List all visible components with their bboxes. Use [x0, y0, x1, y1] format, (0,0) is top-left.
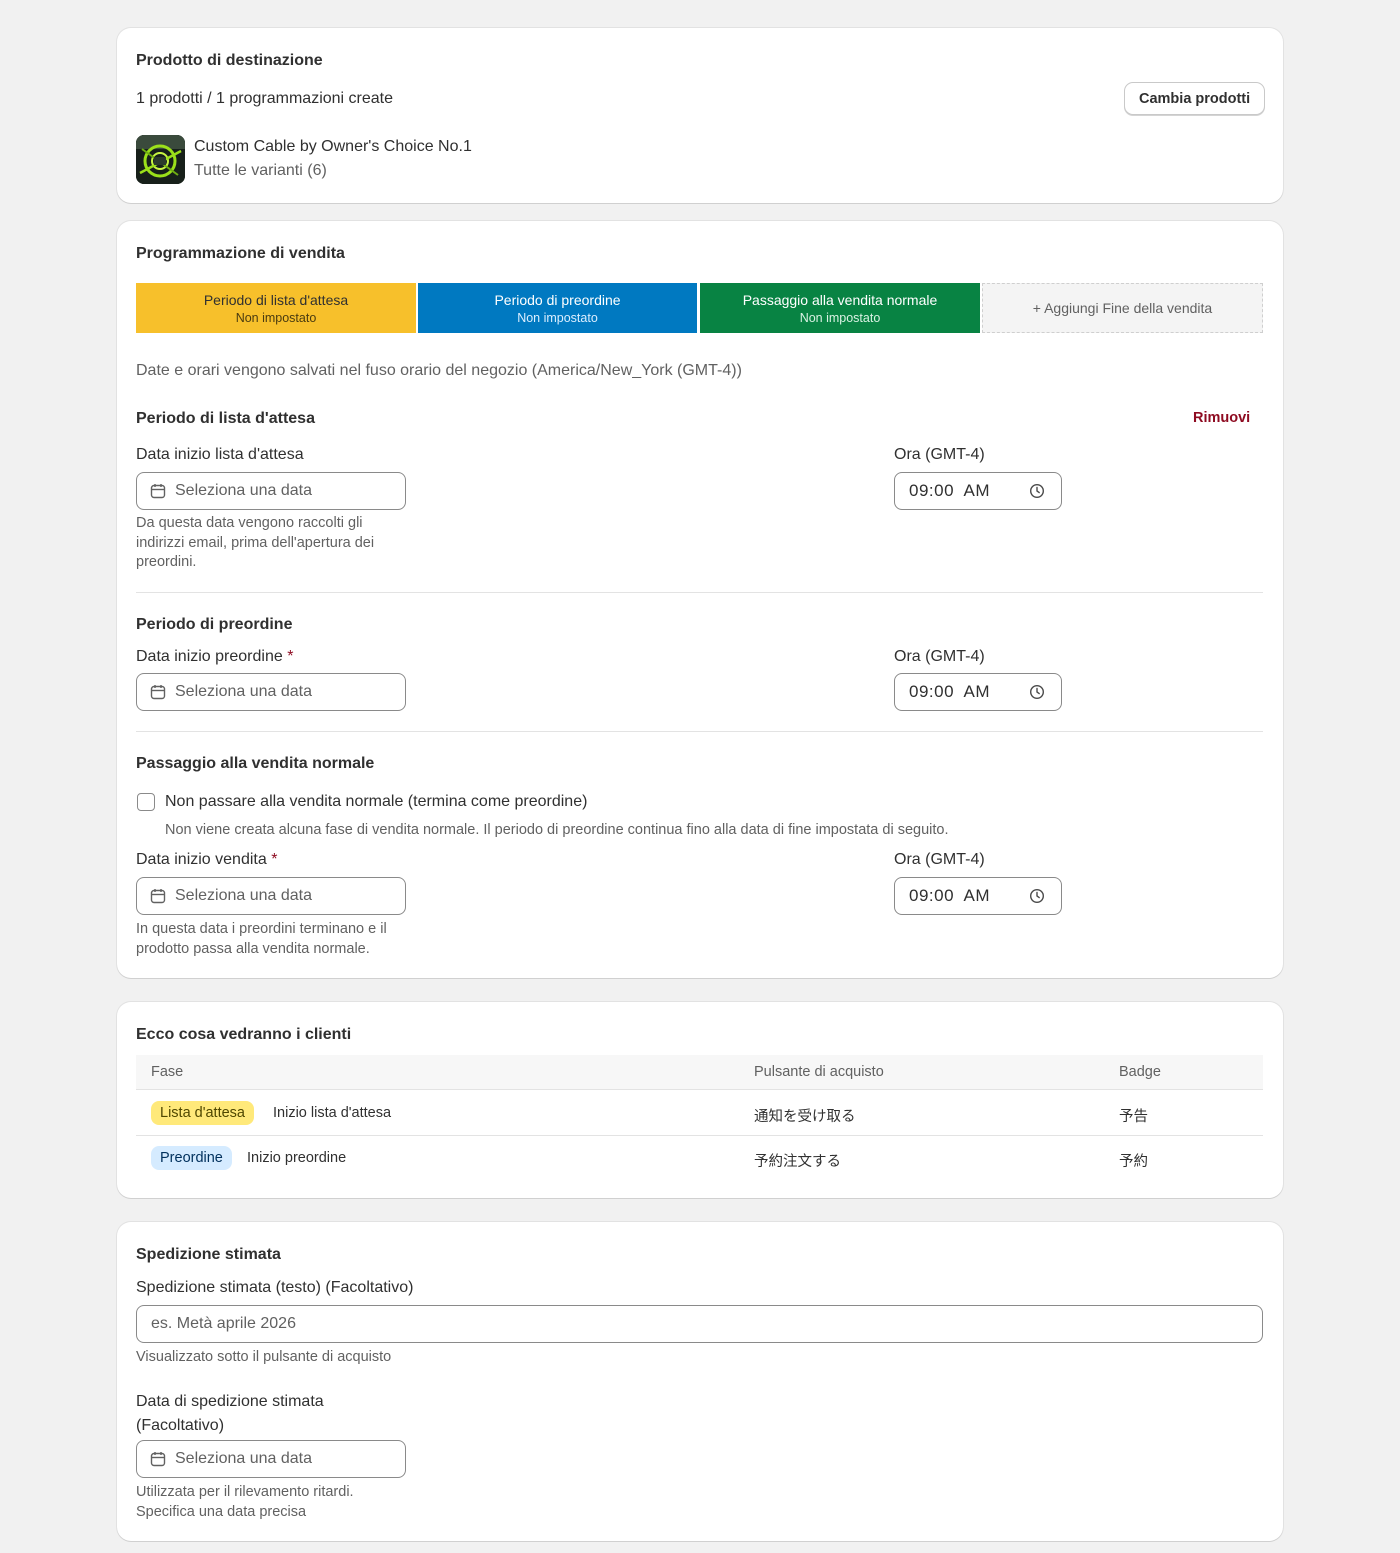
- phase-normal-sale-label: Passaggio alla vendita normale: [742, 291, 938, 308]
- add-sale-end-button[interactable]: + Aggiungi Fine della vendita: [982, 283, 1263, 333]
- preorder-date-label-text: Data inizio preordine: [136, 648, 283, 665]
- phase-waitlist[interactable]: Periodo di lista d'attesa Non impostato: [136, 283, 416, 333]
- sale-date-help: In questa data i preordini terminano e i…: [136, 921, 387, 957]
- phase-preorder[interactable]: Periodo di preordine Non impostato: [418, 283, 697, 333]
- preorder-date-input[interactable]: Seleziona una data: [136, 673, 406, 711]
- no-normal-sale-checkbox[interactable]: [137, 793, 155, 811]
- shipping-date-label-line2: (Facoltativo): [136, 1417, 225, 1434]
- waitlist-section-title: Periodo di lista d'attesa: [136, 410, 315, 427]
- sales-schedule-card: Programmazione di vendita Periodo di lis…: [117, 221, 1283, 978]
- waitlist-time-value: 09:00 AM: [909, 481, 991, 500]
- shipping-date-help: Utilizzata per il rilevamento ritardi. S…: [136, 1483, 354, 1522]
- sale-date-label-text: Data inizio vendita: [136, 851, 267, 868]
- preorder-time-label: Ora (GMT-4): [894, 648, 985, 665]
- phase-preorder-label: Periodo di preordine: [494, 291, 621, 308]
- waitlist-date-placeholder: Seleziona una data: [175, 482, 312, 499]
- shipping-text-label: Spedizione stimata (testo) (Facoltativo): [136, 1279, 414, 1296]
- column-phase: Fase: [151, 1064, 184, 1080]
- target-product-card: Prodotto di destinazione 1 prodotti / 1 …: [117, 28, 1283, 203]
- remove-waitlist-link[interactable]: Rimuovi: [1193, 410, 1250, 426]
- clock-icon: [1029, 888, 1045, 904]
- table-row: Preordine Inizio preordine 予約注文する 予約: [136, 1135, 1263, 1180]
- shipping-text-help: Visualizzato sotto il pulsante di acquis…: [136, 1349, 392, 1365]
- preorder-time-value: 09:00 AM: [909, 682, 991, 701]
- sale-time-input[interactable]: 09:00 AM: [894, 877, 1062, 915]
- table-header: Fase Pulsante di acquisto Badge: [136, 1055, 1263, 1090]
- sales-schedule-title: Programmazione di vendita: [136, 245, 345, 262]
- phase-normal-sale-status: Non impostato: [799, 310, 881, 325]
- row-phase: Inizio preordine: [247, 1150, 347, 1166]
- shipping-text-input[interactable]: es. Metà aprile 2026: [136, 1305, 1263, 1343]
- sale-time-value: 09:00 AM: [909, 886, 991, 905]
- preorder-badge: Preordine: [151, 1146, 232, 1170]
- section-divider: [136, 731, 1263, 732]
- target-product-summary: 1 prodotti / 1 programmazioni create: [136, 90, 394, 107]
- change-products-button[interactable]: Cambia prodotti: [1124, 82, 1266, 115]
- sale-date-placeholder: Seleziona una data: [175, 887, 312, 904]
- required-mark: *: [271, 851, 278, 868]
- required-mark: *: [287, 648, 294, 665]
- calendar-icon: [150, 1451, 166, 1467]
- phase-waitlist-label: Periodo di lista d'attesa: [203, 291, 349, 308]
- column-buy-button: Pulsante di acquisto: [754, 1064, 884, 1080]
- product-variants: Tutte le varianti (6): [194, 162, 327, 179]
- sale-date-label: Data inizio vendita *: [136, 851, 277, 869]
- phase-normal-sale[interactable]: Passaggio alla vendita normale Non impos…: [700, 283, 980, 333]
- shipping-date-input[interactable]: Seleziona una data: [136, 1440, 406, 1478]
- row-badge-text: 予約: [1119, 1154, 1148, 1170]
- calendar-icon: [150, 684, 166, 700]
- calendar-icon: [150, 483, 166, 499]
- product-thumbnail: [136, 135, 185, 184]
- target-product-title: Prodotto di destinazione: [136, 52, 323, 69]
- phase-preorder-status: Non impostato: [517, 310, 598, 325]
- phase-waitlist-status: Non impostato: [235, 310, 317, 325]
- clock-icon: [1029, 483, 1045, 499]
- row-phase: Inizio lista d'attesa: [273, 1105, 392, 1121]
- preorder-date-label: Data inizio preordine *: [136, 648, 293, 666]
- normal-sale-section-title: Passaggio alla vendita normale: [136, 755, 375, 772]
- table-row: Lista d'attesa Inizio lista d'attesa 通知を…: [136, 1090, 1263, 1136]
- preorder-section-title: Periodo di preordine: [136, 616, 293, 633]
- preorder-time-input[interactable]: 09:00 AM: [894, 673, 1062, 711]
- waitlist-time-label: Ora (GMT-4): [894, 446, 985, 463]
- shipping-date-label-line1: Data di spedizione stimata: [136, 1393, 324, 1410]
- shipping-date-placeholder: Seleziona una data: [175, 1450, 312, 1467]
- sale-time-label: Ora (GMT-4): [894, 851, 985, 868]
- clock-icon: [1029, 684, 1045, 700]
- waitlist-date-label: Data inizio lista d'attesa: [136, 446, 304, 463]
- row-buy-button: 通知を受け取る: [754, 1109, 856, 1125]
- waitlist-time-input[interactable]: 09:00 AM: [894, 472, 1062, 510]
- waitlist-date-input[interactable]: Seleziona una data: [136, 472, 406, 510]
- no-normal-sale-help: Non viene creata alcuna fase di vendita …: [165, 822, 949, 838]
- customer-view-title: Ecco cosa vedranno i clienti: [136, 1026, 352, 1043]
- shipping-date-help-line2: Specifica una data precisa: [136, 1503, 307, 1520]
- shipping-date-label: Data di spedizione stimata (Facoltativo): [136, 1390, 324, 1438]
- column-badge: Badge: [1119, 1064, 1161, 1080]
- waitlist-badge: Lista d'attesa: [151, 1101, 254, 1125]
- estimated-shipping-card: Spedizione stimata Spedizione stimata (t…: [117, 1222, 1283, 1541]
- section-divider: [136, 592, 1263, 593]
- sale-date-input[interactable]: Seleziona una data: [136, 877, 406, 915]
- add-sale-end-label: + Aggiungi Fine della vendita: [1032, 300, 1213, 316]
- timezone-note: Date e orari vengono salvati nel fuso or…: [136, 362, 742, 379]
- row-buy-button: 予約注文する: [754, 1154, 841, 1170]
- waitlist-date-help: Da questa data vengono raccolti gli indi…: [136, 515, 375, 570]
- no-normal-sale-label[interactable]: Non passare alla vendita normale (termin…: [165, 793, 587, 811]
- customer-view-card: Ecco cosa vedranno i clienti Fase Pulsan…: [117, 1002, 1283, 1198]
- product-name: Custom Cable by Owner's Choice No.1: [194, 138, 472, 155]
- shipping-date-help-line1: Utilizzata per il rilevamento ritardi.: [136, 1484, 354, 1500]
- preorder-date-placeholder: Seleziona una data: [175, 683, 312, 700]
- calendar-icon: [150, 888, 166, 904]
- row-badge-text: 予告: [1119, 1109, 1148, 1125]
- shipping-title: Spedizione stimata: [136, 1246, 281, 1263]
- shipping-text-placeholder: es. Metà aprile 2026: [151, 1315, 296, 1332]
